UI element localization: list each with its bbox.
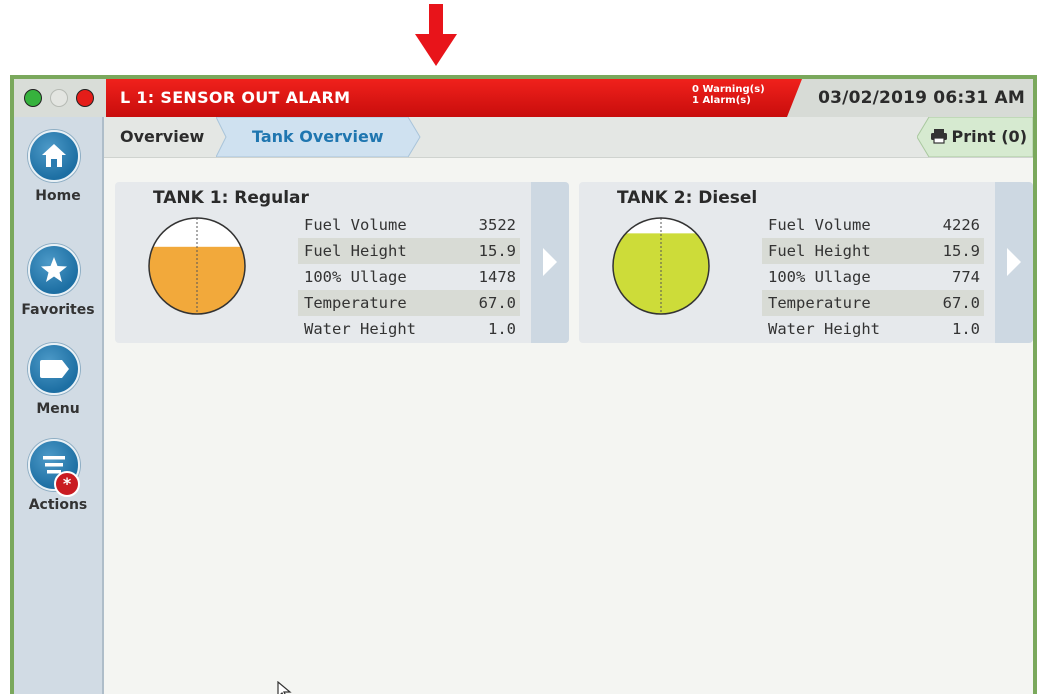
tank-level-gauge [148, 217, 246, 315]
reading-row: Water Height 1.0 [762, 316, 984, 342]
reading-value: 774 [952, 268, 980, 286]
reading-value: 3522 [478, 216, 516, 234]
tank-level-gauge [612, 217, 710, 315]
tag-icon [40, 360, 69, 378]
tank-detail-button[interactable] [995, 182, 1033, 343]
menu-button[interactable] [28, 343, 80, 395]
reading-row: Water Height 1.0 [298, 316, 520, 342]
chevron-right-icon [543, 248, 557, 276]
reading-label: Fuel Volume [304, 216, 407, 234]
sidebar-item-actions[interactable]: * Actions [14, 439, 102, 519]
reading-value: 67.0 [478, 294, 516, 312]
tank-readings-table: Fuel Volume 4226 Fuel Height 15.9 100% Ull… [762, 212, 984, 342]
tank-card[interactable]: TANK 2: Diesel Fuel Volume 4226 Fuel Heig… [579, 182, 1033, 343]
reading-label: Temperature [304, 294, 407, 312]
home-button[interactable] [28, 130, 80, 182]
sidebar-item-label: Actions [28, 497, 88, 513]
reading-value: 4226 [942, 216, 980, 234]
sidebar-item-menu[interactable]: Menu [14, 343, 102, 423]
sidebar-item-label: Favorites [21, 302, 95, 318]
reading-value: 1478 [478, 268, 516, 286]
reading-label: Fuel Volume [768, 216, 871, 234]
alarm-title: L 1: SENSOR OUT ALARM [120, 88, 351, 107]
home-icon [42, 144, 66, 167]
mouse-cursor-icon [277, 681, 292, 694]
reading-label: 100% Ullage [768, 268, 871, 286]
reading-label: Fuel Height [304, 242, 407, 260]
status-lights [14, 79, 106, 117]
alarm-counts: 0 Warning(s) 1 Alarm(s) [692, 84, 765, 106]
reading-value: 1.0 [952, 320, 980, 338]
printer-icon [930, 129, 947, 144]
console-screen: L 1: SENSOR OUT ALARM 0 Warning(s) 1 Ala… [10, 75, 1037, 694]
actions-alert-badge: * [54, 471, 80, 497]
alarm-banner[interactable]: L 1: SENSOR OUT ALARM 0 Warning(s) 1 Ala… [106, 79, 802, 117]
print-button-label: Print (0) [951, 127, 1027, 146]
sidebar-item-label: Home [35, 188, 81, 204]
reading-label: 100% Ullage [304, 268, 407, 286]
reading-label: Fuel Height [768, 242, 871, 260]
reading-label: Water Height [304, 320, 416, 338]
alarm-count: 1 Alarm(s) [692, 95, 751, 106]
breadcrumb: Overview Tank Overview Print (0) [104, 117, 1033, 158]
reading-row: Fuel Height 15.9 [298, 238, 520, 264]
reading-label: Temperature [768, 294, 871, 312]
star-icon [41, 257, 67, 282]
tank-card[interactable]: TANK 1: Regular Fuel Volume 3522 Fuel Hei… [115, 182, 569, 343]
reading-row: Fuel Volume 3522 [298, 212, 520, 238]
tank-title: TANK 1: Regular [153, 188, 309, 208]
down-arrow-indicator-icon [415, 4, 457, 66]
reading-row: Temperature 67.0 [298, 290, 520, 316]
top-status-bar: L 1: SENSOR OUT ALARM 0 Warning(s) 1 Ala… [14, 79, 1033, 117]
red-status-light-icon [76, 89, 94, 107]
sidebar-item-favorites[interactable]: Favorites [14, 244, 102, 324]
tank-readings-table: Fuel Volume 3522 Fuel Height 15.9 100% Ull… [298, 212, 520, 342]
tank-title: TANK 2: Diesel [617, 188, 758, 208]
tank-detail-button[interactable] [531, 182, 569, 343]
sidebar-item-home[interactable]: Home [14, 130, 102, 210]
breadcrumb-overview[interactable]: Overview [120, 127, 204, 146]
gray-status-light-icon [50, 89, 68, 107]
breadcrumb-tank-overview[interactable]: Tank Overview [252, 127, 384, 146]
reading-label: Water Height [768, 320, 880, 338]
datetime: 03/02/2019 06:31 AM [818, 88, 1025, 108]
reading-value: 15.9 [942, 242, 980, 260]
print-button[interactable]: Print (0) [930, 127, 1027, 146]
reading-value: 67.0 [942, 294, 980, 312]
warning-count: 0 Warning(s) [692, 84, 765, 95]
favorites-button[interactable] [28, 244, 80, 296]
reading-row: Fuel Height 15.9 [762, 238, 984, 264]
reading-row: Temperature 67.0 [762, 290, 984, 316]
green-status-light-icon [24, 89, 42, 107]
reading-row: Fuel Volume 4226 [762, 212, 984, 238]
sidebar-item-label: Menu [36, 401, 80, 417]
reading-row: 100% Ullage 774 [762, 264, 984, 290]
chevron-right-icon [1007, 248, 1021, 276]
reading-value: 15.9 [478, 242, 516, 260]
reading-value: 1.0 [488, 320, 516, 338]
sidebar: Home Favorites Menu * Actions [14, 117, 104, 694]
reading-row: 100% Ullage 1478 [298, 264, 520, 290]
